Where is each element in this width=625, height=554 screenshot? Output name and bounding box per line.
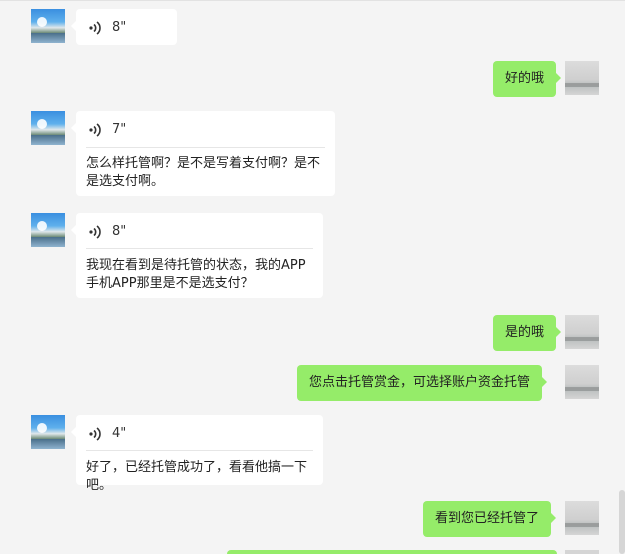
voice-wave-icon [89, 225, 101, 239]
voice-message[interactable]: 8" 我现在看到是待托管的状态，我的APP手机APP那里是不是选支付？ [71, 213, 323, 298]
voice-message[interactable]: 4" 好了，已经托管成功了，看看他搞一下吧。 [71, 415, 323, 493]
voice-duration: 8" [112, 224, 127, 239]
message-text: 是的哦 [505, 325, 545, 340]
voice-message[interactable]: 8" [71, 9, 177, 45]
voice-duration: 4" [112, 426, 127, 441]
transcript-divider [86, 147, 325, 148]
voice-wave-icon [89, 427, 101, 441]
voice-transcript: 我现在看到是待托管的状态，我的APP手机APP那里是不是选支付？ [86, 258, 306, 291]
message-text: 您点击托管赏金，可选择账户资金托管 [309, 375, 531, 390]
text-message[interactable]: 您点击托管赏金，可选择账户资金托管 [297, 365, 548, 401]
voice-transcript: 好了，已经托管成功了，看看他搞一下吧。 [86, 460, 308, 493]
contact-avatar[interactable] [31, 9, 65, 43]
my-avatar[interactable] [565, 501, 599, 535]
my-avatar[interactable] [565, 315, 599, 349]
message-text: 看到您已经托管了 [435, 511, 540, 526]
voice-wave-icon [89, 21, 101, 35]
contact-avatar[interactable] [31, 415, 65, 449]
my-avatar[interactable] [565, 61, 599, 95]
text-message[interactable]: 看到您已经托管了 [423, 501, 557, 537]
contact-avatar[interactable] [31, 213, 65, 247]
voice-message[interactable]: 7" 怎么样托管啊？是不是写着支付啊？是不是选支付啊。 [71, 111, 335, 196]
top-divider [0, 0, 625, 1]
voice-wave-icon [89, 123, 101, 137]
contact-avatar[interactable] [31, 111, 65, 145]
transcript-divider [86, 450, 313, 451]
chat-scrollbar[interactable] [619, 490, 625, 554]
voice-duration: 8" [112, 20, 127, 35]
message-text: 好的哦 [505, 71, 545, 86]
text-message[interactable]: 好的哦 [493, 61, 562, 97]
voice-duration: 7" [112, 122, 127, 137]
text-message[interactable]: 是的哦 [493, 315, 562, 351]
text-message-partial[interactable] [227, 550, 557, 554]
transcript-divider [86, 248, 313, 249]
my-avatar-partial[interactable] [565, 550, 599, 554]
voice-transcript: 怎么样托管啊？是不是写着支付啊？是不是选支付啊。 [86, 156, 321, 189]
my-avatar[interactable] [565, 365, 599, 399]
